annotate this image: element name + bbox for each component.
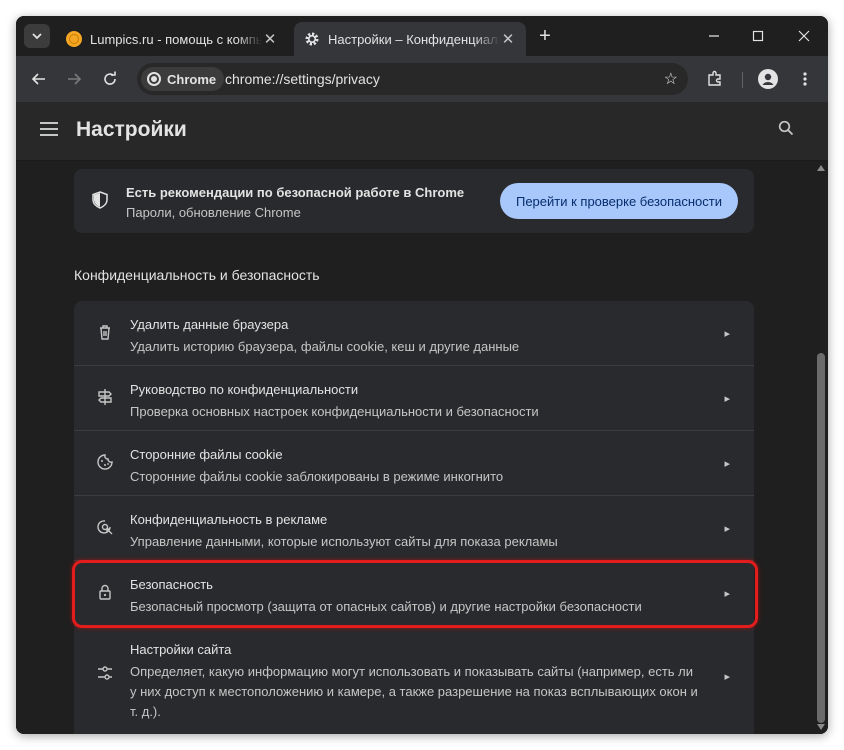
safety-check-button[interactable]: Перейти к проверке безопасности <box>499 183 738 219</box>
chip-label: Chrome <box>167 71 217 87</box>
chevron-right-icon: ▸ <box>724 393 730 405</box>
reload-icon <box>104 71 116 85</box>
browser-window: Lumpics.ru - помощь с компьютером ✕ Наст… <box>16 16 828 734</box>
chevron-right-icon: ▸ <box>724 328 730 340</box>
sliders-icon <box>98 666 112 680</box>
forward-button[interactable] <box>61 66 87 92</box>
item-description: Удалить историю браузера, файлы cookie, … <box>130 339 520 354</box>
trash-icon <box>100 325 110 340</box>
maximize-icon <box>752 30 764 42</box>
page-title: Настройки <box>76 118 187 141</box>
toolbar: Chrome chrome://settings/privacy ☆ <box>16 56 828 102</box>
toolbar-separator <box>742 72 743 88</box>
reload-button[interactable] <box>97 66 123 92</box>
list-item-site-settings[interactable]: Настройки сайта Определяет, какую информ… <box>74 625 754 721</box>
safety-check-card: Есть рекомендации по безопасной работе в… <box>74 169 754 233</box>
back-button[interactable] <box>26 66 52 92</box>
settings-content: Есть рекомендации по безопасной работе в… <box>16 161 828 734</box>
chevron-right-icon: ▸ <box>724 588 730 600</box>
safety-card-subtitle: Пароли, обновление Chrome <box>126 205 301 220</box>
tab-lumpics[interactable]: Lumpics.ru - помощь с компьютером ✕ <box>56 22 288 56</box>
item-label: Удалить данные браузера <box>130 317 289 332</box>
scroll-down-arrow-icon[interactable] <box>817 724 825 730</box>
tab-strip: Lumpics.ru - помощь с компьютером ✕ Наст… <box>16 16 828 56</box>
minimize-icon <box>709 35 719 37</box>
cookie-icon <box>97 454 113 470</box>
list-item-cookies[interactable]: Сторонние файлы cookie Сторонние файлы c… <box>74 430 754 494</box>
chrome-icon <box>147 72 161 86</box>
item-description: Определяет, какую информацию могут испол… <box>130 664 698 719</box>
url-text[interactable]: chrome://settings/privacy <box>225 71 380 87</box>
new-tab-button[interactable]: + <box>534 26 556 48</box>
chevron-right-icon: ▸ <box>724 671 730 683</box>
puzzle-icon <box>708 70 721 86</box>
close-icon <box>798 30 810 42</box>
item-label: Конфиденциальность в рекламе <box>130 512 328 527</box>
item-description: Безопасный просмотр (защита от опасных с… <box>130 599 642 614</box>
bookmark-star-icon[interactable]: ☆ <box>664 69 678 89</box>
item-label: Настройки сайта <box>130 642 232 657</box>
scrollbar[interactable] <box>814 161 828 734</box>
list-item-clear-data[interactable]: Удалить данные браузера Удалить историю … <box>74 301 754 365</box>
close-icon[interactable]: ✕ <box>500 31 516 48</box>
item-description: Управление данными, которые используют с… <box>130 534 558 549</box>
list-item-ad-privacy[interactable]: Конфиденциальность в рекламе Управление … <box>74 495 754 559</box>
arrow-right-icon <box>68 73 82 85</box>
hamburger-menu-icon[interactable] <box>40 122 58 136</box>
shield-icon <box>92 191 108 209</box>
tab-title: Настройки – Конфиденциальность и безопас… <box>328 31 500 47</box>
more-vert-icon <box>803 72 807 86</box>
safety-card-title: Есть рекомендации по безопасной работе в… <box>126 185 465 200</box>
list-item-security[interactable]: Безопасность Безопасный просмотр (защита… <box>74 560 754 624</box>
close-icon[interactable]: ✕ <box>262 31 278 48</box>
minimize-button[interactable] <box>699 24 729 48</box>
item-label: Сторонние файлы cookie <box>130 447 283 462</box>
avatar-icon <box>758 69 778 89</box>
item-description: Проверка основных настроек конфиденциаль… <box>130 404 539 419</box>
close-window-button[interactable] <box>789 24 819 48</box>
arrow-left-icon <box>31 73 45 85</box>
site-info-chip[interactable]: Chrome <box>141 67 225 91</box>
menu-button[interactable] <box>792 66 818 92</box>
chevron-down-icon <box>32 33 42 40</box>
item-label: Безопасность <box>130 577 213 592</box>
extensions-button[interactable] <box>702 66 728 92</box>
chevron-right-icon: ▸ <box>724 458 730 470</box>
tab-search-button[interactable] <box>24 24 50 48</box>
scroll-up-arrow-icon[interactable] <box>817 165 825 171</box>
list-item-privacy-guide[interactable]: Руководство по конфиденциальности Провер… <box>74 365 754 429</box>
settings-header: Настройки <box>16 102 828 161</box>
item-label: Руководство по конфиденциальности <box>130 382 359 397</box>
signpost-icon <box>98 389 112 405</box>
search-icon[interactable] <box>778 120 794 141</box>
gear-icon <box>305 32 319 46</box>
lock-icon <box>99 584 111 600</box>
section-title: Конфиденциальность и безопасность <box>74 267 320 283</box>
item-description: Сторонние файлы cookie заблокированы в р… <box>130 469 504 484</box>
privacy-settings-list: Удалить данные браузера Удалить историю … <box>74 301 754 734</box>
scrollbar-thumb[interactable] <box>817 353 825 723</box>
profile-button[interactable] <box>755 66 781 92</box>
lumpics-favicon-icon <box>66 31 82 47</box>
chevron-right-icon: ▸ <box>724 523 730 535</box>
tab-settings[interactable]: Настройки – Конфиденциальность и безопас… <box>294 22 526 56</box>
ad-privacy-icon <box>97 520 113 535</box>
address-bar[interactable]: Chrome chrome://settings/privacy ☆ <box>137 63 688 95</box>
maximize-button[interactable] <box>743 24 773 48</box>
tab-title: Lumpics.ru - помощь с компьютером <box>90 31 262 47</box>
